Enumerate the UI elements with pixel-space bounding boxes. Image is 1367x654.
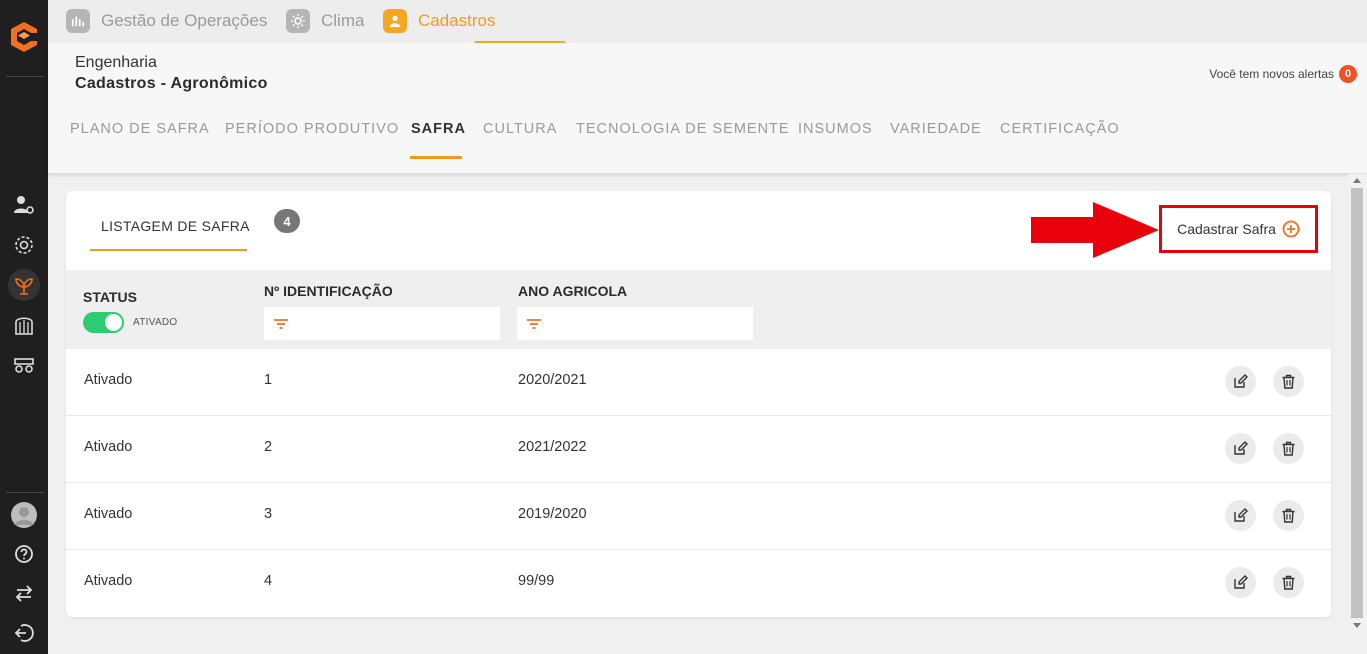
- user-icon: [383, 9, 407, 33]
- app-logo[interactable]: [7, 20, 41, 54]
- ano-agricola-filter-input[interactable]: [517, 307, 753, 340]
- trash-icon: [1282, 374, 1295, 389]
- ano-agricola-cell: 2021/2022: [518, 439, 587, 455]
- edit-button[interactable]: [1225, 500, 1256, 531]
- page-header: Engenharia Cadastros - Agronômico Você t…: [48, 43, 1367, 174]
- breadcrumb: Engenharia: [75, 54, 157, 71]
- identificacao-cell: 2: [264, 439, 273, 455]
- delete-button[interactable]: [1273, 366, 1304, 397]
- silo-icon[interactable]: [8, 309, 40, 341]
- filter-icon: [274, 318, 288, 329]
- identificacao-filter-input[interactable]: [264, 307, 500, 340]
- tab-cultura[interactable]: CULTURA: [483, 121, 557, 137]
- trash-icon: [1282, 441, 1295, 456]
- identificacao-cell: 1: [264, 372, 273, 388]
- scroll-down-arrow-icon[interactable]: [1353, 623, 1361, 628]
- page-scrollbar[interactable]: [1349, 174, 1367, 654]
- scroll-up-arrow-icon[interactable]: [1353, 178, 1361, 183]
- page-title: Cadastros - Agronômico: [75, 75, 268, 92]
- list-tab-indicator: [90, 249, 247, 251]
- delete-button[interactable]: [1273, 433, 1304, 464]
- edit-icon: [1234, 575, 1248, 589]
- tab-certificacao[interactable]: CERTIFICAÇÃO: [1000, 121, 1120, 137]
- status-cell: Ativado: [84, 372, 133, 388]
- module-label: Clima: [321, 11, 365, 30]
- annotation-arrow-icon: [1031, 202, 1159, 258]
- count-badge: 4: [274, 209, 300, 233]
- edit-icon: [1234, 508, 1248, 522]
- tab-variedade[interactable]: VARIEDADE: [890, 121, 982, 137]
- edit-icon: [1234, 441, 1248, 455]
- switch-icon[interactable]: [8, 577, 40, 609]
- active-tab-indicator: [410, 156, 462, 159]
- table-row: Ativado 3 2019/2020: [66, 483, 1331, 550]
- ano-agricola-cell: 2019/2020: [518, 506, 587, 522]
- table-row: Ativado 1 2020/2021: [66, 349, 1331, 416]
- edit-button[interactable]: [1225, 366, 1256, 397]
- tab-safra[interactable]: SAFRA: [411, 121, 466, 137]
- help-icon[interactable]: [8, 538, 40, 570]
- cadastrar-safra-button[interactable]: Cadastrar Safra: [1159, 205, 1318, 253]
- tab-insumos[interactable]: INSUMOS: [798, 121, 873, 137]
- plus-circle-icon: [1282, 220, 1300, 238]
- status-cell: Ativado: [84, 573, 133, 589]
- identificacao-filter-field[interactable]: [296, 316, 496, 331]
- user-settings-icon[interactable]: [8, 189, 40, 221]
- module-cadastros[interactable]: Cadastros: [383, 8, 495, 34]
- agronomic-icon[interactable]: [8, 269, 40, 301]
- module-gestao-operacoes[interactable]: Gestão de Operações: [66, 8, 267, 34]
- column-header-ano-agricola: ANO AGRICOLA: [518, 283, 628, 299]
- delete-button[interactable]: [1273, 500, 1304, 531]
- status-cell: Ativado: [84, 439, 133, 455]
- alerts-notice[interactable]: Você tem novos alertas 0: [1209, 65, 1357, 83]
- column-header-identificacao: Nº IDENTIFICAÇÃO: [264, 283, 393, 299]
- target-gear-icon[interactable]: [8, 229, 40, 261]
- edit-button[interactable]: [1225, 433, 1256, 464]
- tab-periodo-produtivo[interactable]: PERÍODO PRODUTIVO: [225, 121, 399, 137]
- tab-listagem-de-safra[interactable]: LISTAGEM DE SAFRA: [101, 218, 250, 234]
- table-row: Ativado 4 99/99: [66, 550, 1331, 617]
- logout-icon[interactable]: [8, 617, 40, 649]
- sidebar-divider: [6, 492, 44, 493]
- module-label: Cadastros: [418, 11, 496, 30]
- ano-agricola-cell: 2020/2021: [518, 372, 587, 388]
- column-header-status: STATUS: [83, 289, 137, 305]
- operations-icon: [66, 9, 90, 33]
- module-label: Gestão de Operações: [101, 11, 268, 30]
- edit-icon: [1234, 374, 1248, 388]
- status-toggle-label: ATIVADO: [133, 317, 178, 328]
- avatar[interactable]: [8, 499, 40, 531]
- trash-icon: [1282, 508, 1295, 523]
- trash-icon: [1282, 575, 1295, 590]
- identificacao-cell: 4: [264, 573, 273, 589]
- sidebar: [0, 0, 48, 654]
- module-bar: Gestão de Operações Clima Cadastros: [48, 0, 1367, 43]
- table-header: STATUS ATIVADO Nº IDENTIFICAÇÃO ANO AGRI…: [66, 270, 1331, 349]
- alerts-count-badge: 0: [1339, 65, 1357, 83]
- ano-agricola-filter-field[interactable]: [549, 316, 749, 331]
- status-cell: Ativado: [84, 506, 133, 522]
- sun-icon: [286, 9, 310, 33]
- scrollbar-thumb[interactable]: [1351, 188, 1363, 618]
- machinery-icon[interactable]: [8, 349, 40, 381]
- delete-button[interactable]: [1273, 567, 1304, 598]
- table-row: Ativado 2 2021/2022: [66, 416, 1331, 483]
- identificacao-cell: 3: [264, 506, 273, 522]
- tab-tecnologia-de-semente[interactable]: TECNOLOGIA DE SEMENTE: [576, 121, 790, 137]
- edit-button[interactable]: [1225, 567, 1256, 598]
- sidebar-divider: [6, 76, 44, 77]
- filter-icon: [527, 318, 541, 329]
- tab-plano-de-safra[interactable]: PLANO DE SAFRA: [70, 121, 210, 137]
- ano-agricola-cell: 99/99: [518, 573, 555, 589]
- alerts-text: Você tem novos alertas: [1209, 67, 1334, 81]
- module-clima[interactable]: Clima: [286, 8, 364, 34]
- status-toggle[interactable]: [83, 312, 124, 333]
- cadastrar-safra-label: Cadastrar Safra: [1177, 221, 1276, 237]
